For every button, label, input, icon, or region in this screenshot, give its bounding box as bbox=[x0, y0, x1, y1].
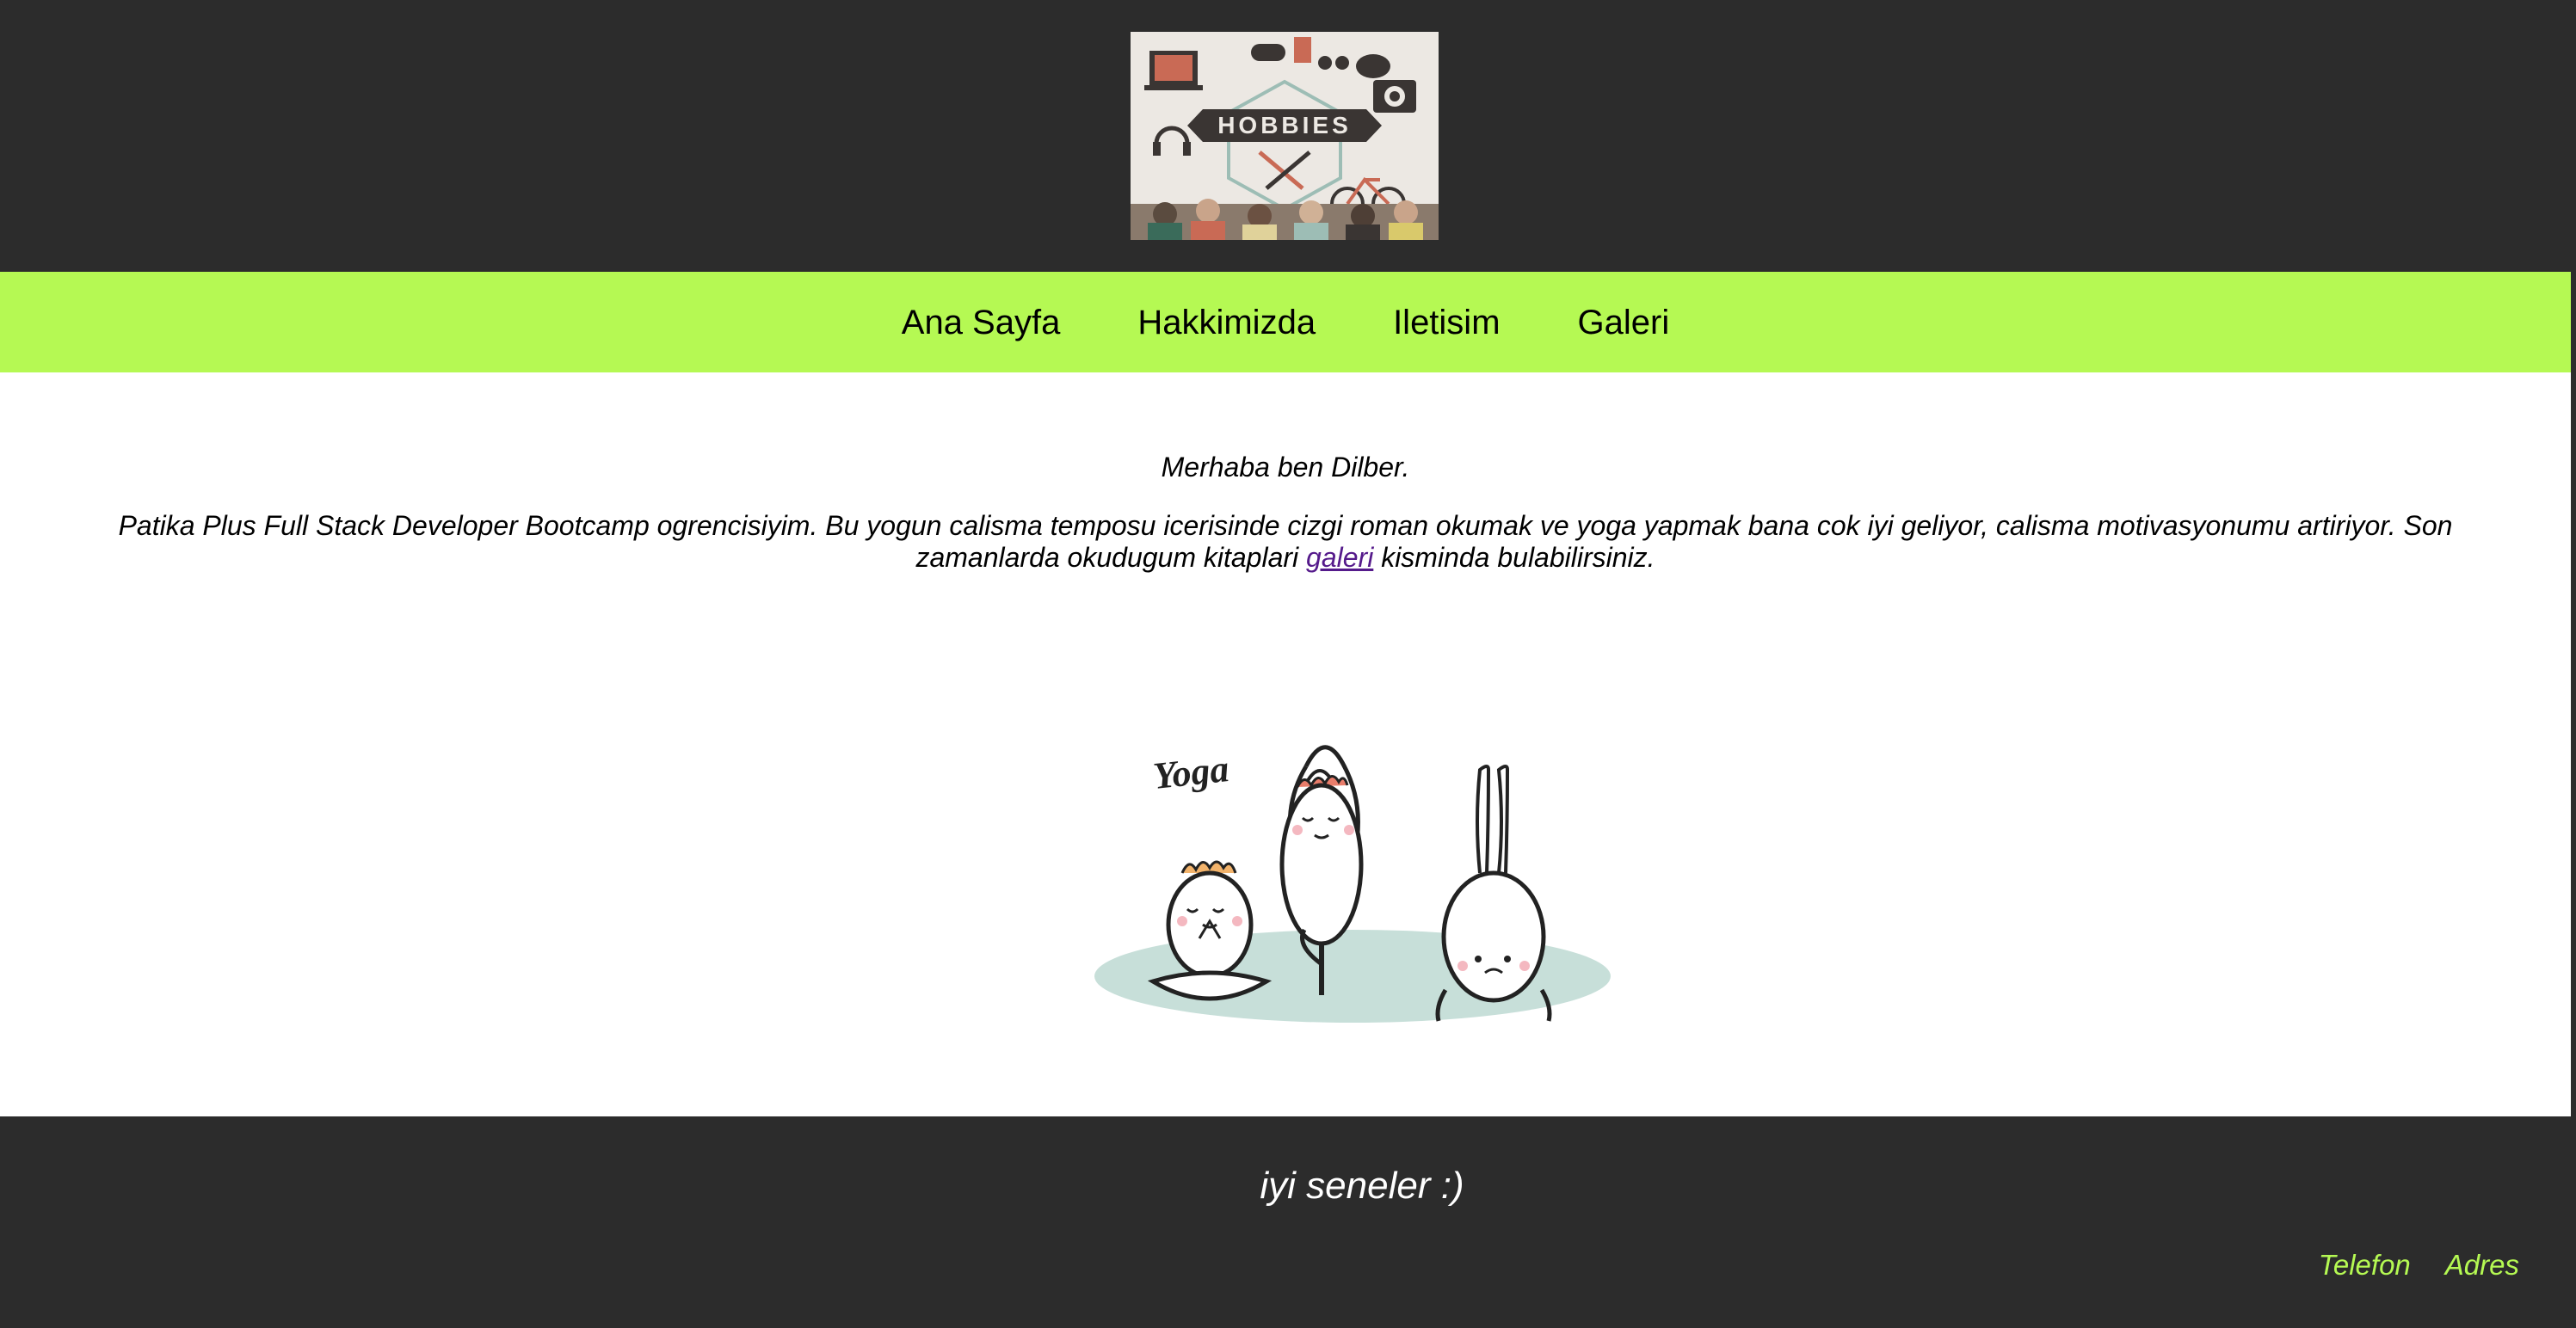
greeting-text: Merhaba ben Dilber. bbox=[1161, 452, 1410, 483]
main-nav: Ana Sayfa Hakkimizda Iletisim Galeri bbox=[0, 272, 2571, 372]
site-footer: iyi seneler :) Telefon Adres bbox=[0, 1116, 2571, 1328]
nav-item-hakkimizda[interactable]: Hakkimizda bbox=[1137, 305, 1316, 340]
nav-item-galeri[interactable]: Galeri bbox=[1578, 305, 1670, 340]
bio-text-start: Patika Plus Full Stack Developer Bootcam… bbox=[118, 510, 2453, 573]
footer-link-adres[interactable]: Adres bbox=[2445, 1249, 2519, 1282]
nav-item-ana-sayfa[interactable]: Ana Sayfa bbox=[902, 305, 1061, 340]
main-content: Merhaba ben Dilber. Patika Plus Full Sta… bbox=[0, 372, 2571, 1116]
yoga-illustration: Yoga bbox=[1093, 710, 1612, 1054]
bio-text-end: kisminda bulabilirsiniz. bbox=[1373, 542, 1655, 573]
nav-item-iletisim[interactable]: Iletisim bbox=[1393, 305, 1500, 340]
footer-message: iyi seneler :) bbox=[1260, 1165, 1464, 1207]
footer-link-telefon[interactable]: Telefon bbox=[2319, 1249, 2411, 1282]
logo-text: HOBBIES bbox=[1217, 112, 1352, 138]
bio-paragraph: Patika Plus Full Stack Developer Bootcam… bbox=[103, 510, 2468, 574]
yoga-caption: Yoga bbox=[1151, 747, 1231, 797]
site-header: HOBBIES bbox=[0, 0, 2571, 272]
window-edge bbox=[2571, 0, 2576, 1328]
hobbies-logo-image: HOBBIES bbox=[1131, 32, 1439, 240]
galeri-link[interactable]: galeri bbox=[1306, 542, 1373, 573]
footer-links: Telefon Adres bbox=[2319, 1249, 2519, 1282]
